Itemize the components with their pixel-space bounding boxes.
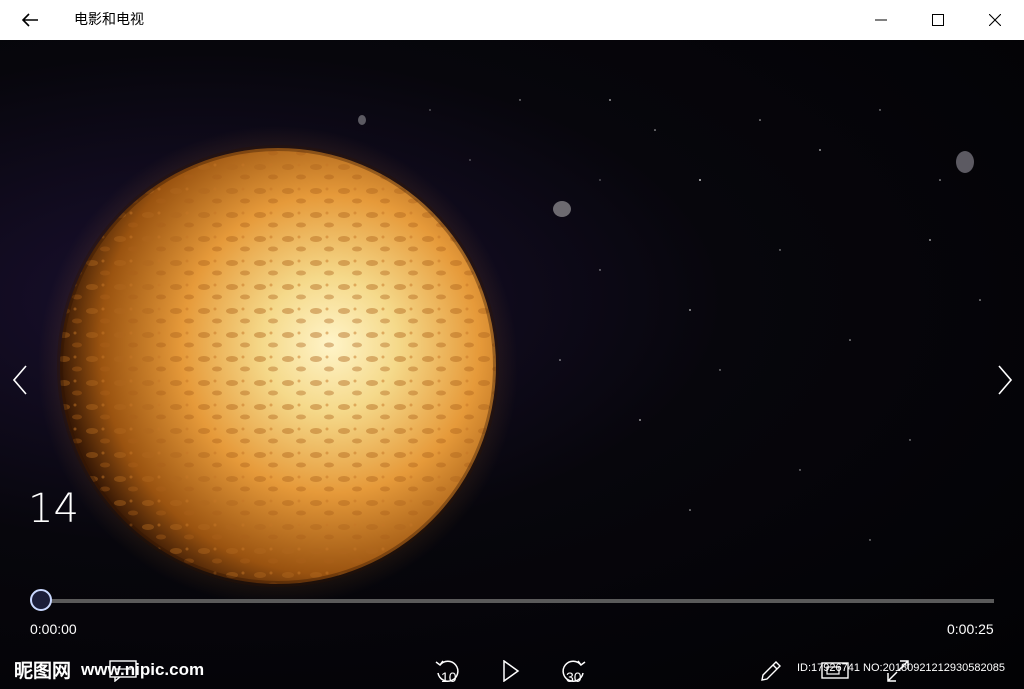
rewind-10-button[interactable]: 10	[428, 652, 468, 689]
minimize-icon	[875, 19, 887, 21]
asteroid	[358, 115, 366, 125]
forward-label: 30	[566, 669, 582, 685]
chevron-right-icon	[998, 365, 1012, 395]
movies-tv-window: 电影和电视 14 0:00:00 0:00:25 10 30 昵图网 www.n…	[0, 0, 1024, 689]
minimize-button[interactable]	[852, 0, 910, 40]
video-surface[interactable]: 14 0:00:00 0:00:25 10 30 昵图网 www.nipic.c…	[0, 40, 1024, 689]
seek-bar[interactable]	[30, 589, 994, 611]
back-button[interactable]	[0, 0, 60, 40]
maximize-icon	[932, 14, 944, 26]
chevron-left-icon	[13, 365, 27, 395]
watermark-logo: 昵图网	[14, 660, 72, 682]
current-time: 0:00:00	[30, 621, 77, 637]
watermark-id: ID:17926741 NO:20180921212930582085	[797, 662, 1005, 674]
close-icon	[989, 14, 1001, 26]
edit-button[interactable]	[751, 652, 791, 689]
space-scene	[38, 99, 981, 606]
seek-thumb[interactable]	[30, 589, 52, 611]
previous-button[interactable]	[2, 360, 38, 400]
title-bar: 电影和电视	[0, 0, 1024, 40]
next-button[interactable]	[987, 360, 1023, 400]
watermark-site: www.nipic.com	[81, 660, 205, 679]
app-title: 电影和电视	[74, 12, 144, 28]
seek-track[interactable]	[42, 599, 994, 603]
pencil-icon	[761, 660, 781, 681]
rewind-label: 10	[441, 669, 457, 685]
forward-30-button[interactable]: 30	[553, 652, 593, 689]
play-button[interactable]	[491, 652, 531, 689]
asteroid	[956, 151, 974, 173]
back-arrow-icon	[21, 13, 38, 27]
total-time: 0:00:25	[947, 621, 994, 637]
close-button[interactable]	[966, 0, 1024, 40]
play-icon	[503, 659, 520, 682]
maximize-button[interactable]	[909, 0, 967, 40]
asteroid	[553, 201, 571, 217]
item-number: 14	[28, 486, 79, 532]
